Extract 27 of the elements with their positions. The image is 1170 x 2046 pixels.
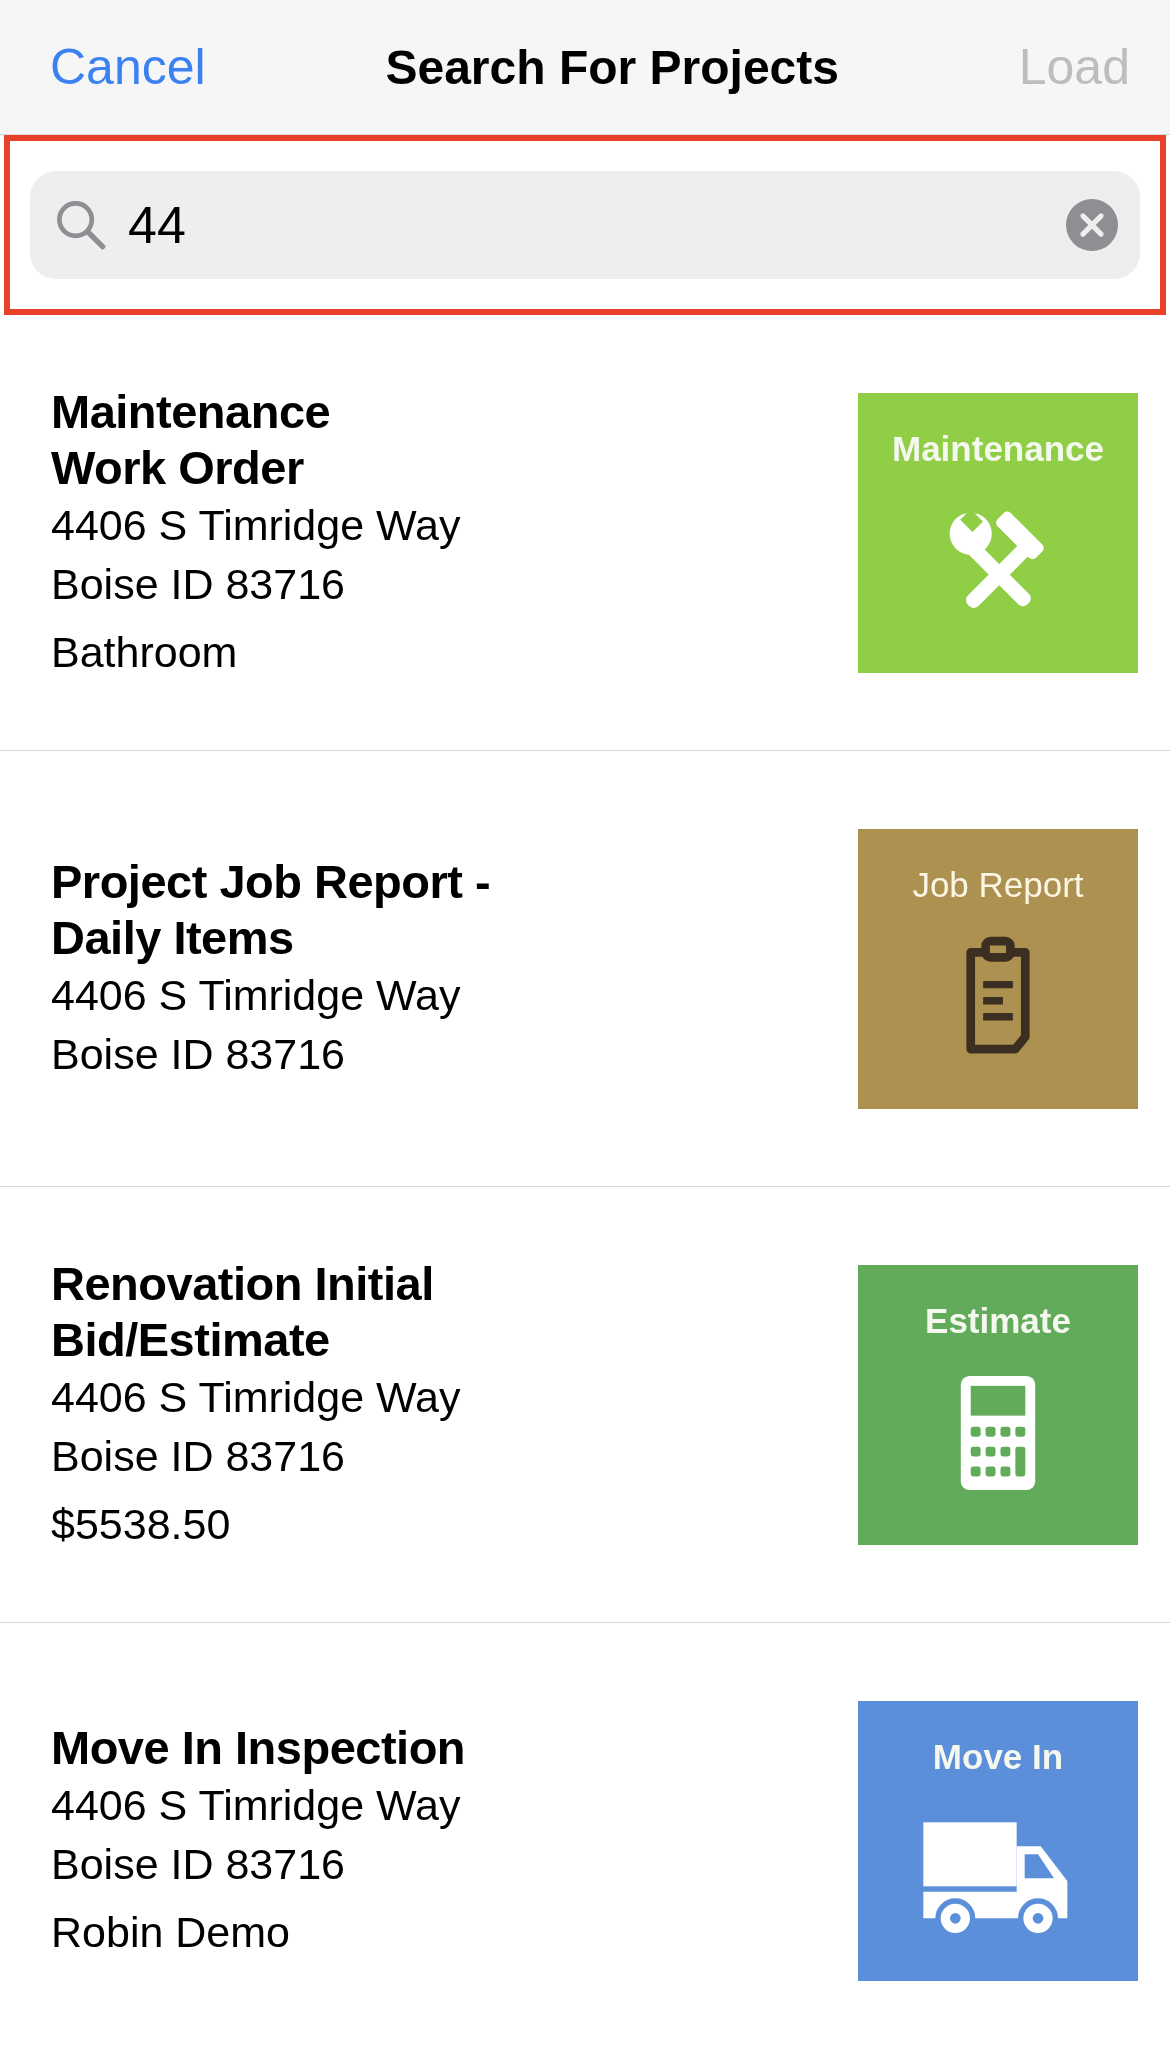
- screen-title: Search For Projects: [385, 39, 839, 95]
- project-row[interactable]: Renovation Initial Bid/Estimate 4406 S Timridge Way Boise ID 83716 $5538.50 Estimate: [0, 1187, 1170, 1623]
- project-title: Renovation Initial Bid/Estimate: [51, 1255, 435, 1368]
- address-line: 4406 S Timridge Way: [51, 1371, 461, 1423]
- search-icon: [54, 198, 108, 252]
- project-detail: $5538.50: [51, 1498, 232, 1550]
- project-row[interactable]: Project Job Report - Daily Items 4406 S Timridge Way Boise ID 83716 Job Report: [0, 751, 1170, 1187]
- address-line: 4406 S Timridge Way: [51, 499, 461, 551]
- address-line: Boise ID 83716: [51, 1838, 347, 1890]
- thumbnail-label: Estimate: [925, 1300, 1071, 1341]
- project-detail: Bathroom: [51, 626, 239, 678]
- project-title: Move In Inspection: [51, 1719, 466, 1776]
- search-field[interactable]: 44: [30, 171, 1140, 279]
- clear-icon[interactable]: [1066, 199, 1118, 251]
- address-line: 4406 S Timridge Way: [51, 969, 462, 1021]
- thumbnail-label: Move In: [932, 1736, 1064, 1777]
- project-detail: Robin Demo: [51, 1906, 291, 1958]
- address-line: Boise ID 83716: [51, 1430, 347, 1482]
- project-title: Project Job Report - Daily Items: [51, 853, 491, 966]
- address-line: Boise ID 83716: [51, 558, 347, 610]
- thumbnail-label: Job Report: [912, 864, 1084, 905]
- address-line: 4406 S Timridge Way: [51, 1779, 462, 1831]
- address-line: Boise ID 83716: [51, 1028, 347, 1080]
- project-row[interactable]: Move In Inspection 4406 S Timridge Way Boise ID 83716 Robin Demo Move In: [0, 1623, 1170, 2046]
- project-title: Maintenance Work Order: [51, 383, 332, 496]
- project-row[interactable]: Maintenance Work Order 4406 S Timridge Way Boise ID 83716 Bathroom Maintenance: [0, 315, 1170, 751]
- thumbnail-label: Maintenance: [892, 428, 1104, 469]
